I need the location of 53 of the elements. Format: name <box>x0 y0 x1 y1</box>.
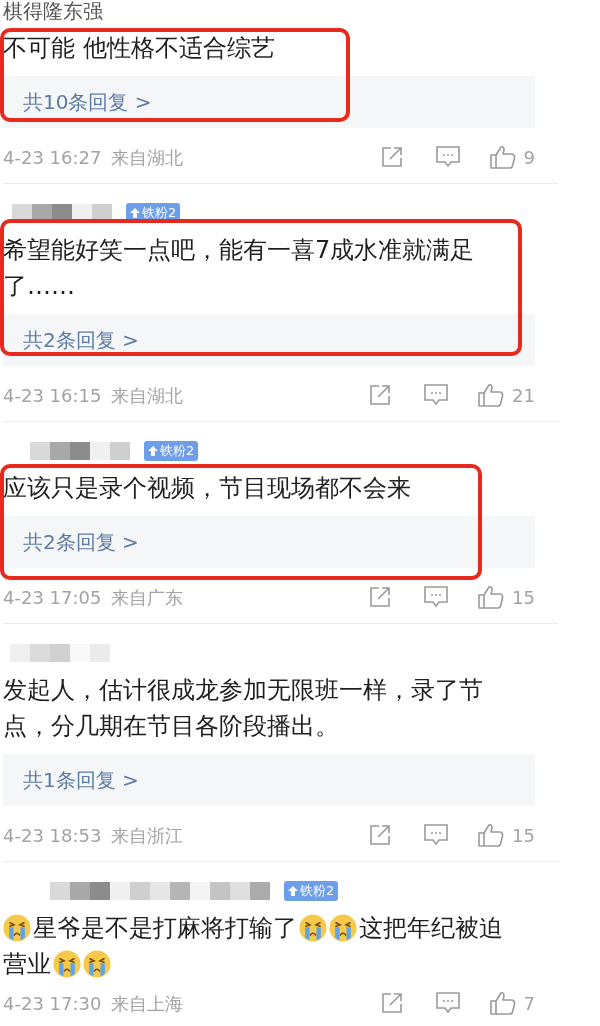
comment-location: 来自浙江 <box>111 823 184 848</box>
crying-face-icon <box>299 914 327 942</box>
comment-icon[interactable] <box>424 384 449 406</box>
comment-icon[interactable] <box>424 586 449 608</box>
share-icon[interactable] <box>380 992 403 1014</box>
up-arrow-icon <box>288 886 298 896</box>
crying-face-icon <box>329 914 357 942</box>
thumbs-up-icon[interactable] <box>478 823 505 847</box>
thumbs-up-icon[interactable] <box>478 383 505 407</box>
thumbs-up-icon[interactable] <box>489 145 516 169</box>
comment-text: 发起人，估计很成龙参加无限班一样，录了节点，分几期在节目各阶段播出。 <box>3 675 484 742</box>
comment-location: 来自广东 <box>111 585 184 610</box>
comment-text: 不可能 他性格不适合综艺 <box>3 33 276 64</box>
comment-text: 应该只是录个视频，节目现场都不会来 <box>3 473 412 504</box>
like-button[interactable]: 21 <box>478 381 535 409</box>
comment-time: 4-23 17:30 <box>3 991 102 1016</box>
comment-time: 4-23 18:53 <box>3 823 102 848</box>
badge-label: 铁粉2 <box>142 205 177 221</box>
comment-icon[interactable] <box>424 824 449 846</box>
like-button[interactable]: 9 <box>489 143 535 171</box>
share-icon[interactable] <box>369 384 392 406</box>
comment-time: 4-23 17:05 <box>3 585 102 610</box>
comment-location: 来自湖北 <box>111 383 184 408</box>
username[interactable]: 棋得隆东强 <box>3 0 103 22</box>
comment-time: 4-23 16:27 <box>3 145 102 170</box>
like-button[interactable]: 7 <box>489 989 535 1017</box>
up-arrow-icon <box>130 208 140 218</box>
comment-location: 来自湖北 <box>111 145 184 170</box>
replies-link[interactable]: 共2条回复 > <box>3 516 535 568</box>
crying-face-icon <box>83 950 111 978</box>
share-icon[interactable] <box>369 824 392 846</box>
replies-link[interactable]: 共10条回复 > <box>3 76 535 128</box>
comment-text: 营业 <box>3 949 51 980</box>
comment-text: 这把年纪被迫 <box>359 913 503 944</box>
like-button[interactable]: 15 <box>478 821 535 849</box>
replies-link[interactable]: 共1条回复 > <box>3 754 535 806</box>
crying-face-icon <box>53 950 81 978</box>
comment-icon[interactable] <box>435 992 460 1014</box>
comment-location: 来自上海 <box>111 991 184 1016</box>
like-button[interactable]: 15 <box>478 583 535 611</box>
badge-label: 铁粉2 <box>160 443 195 459</box>
comment-text: 星爷是不是打麻将打输了 <box>33 913 297 944</box>
share-icon[interactable] <box>380 146 403 168</box>
share-icon[interactable] <box>369 586 392 608</box>
replies-link[interactable]: 共2条回复 > <box>3 314 535 366</box>
comment-time: 4-23 16:15 <box>3 383 102 408</box>
comment-icon[interactable] <box>435 146 460 168</box>
thumbs-up-icon[interactable] <box>478 585 505 609</box>
badge-label: 铁粉2 <box>300 883 335 899</box>
thumbs-up-icon[interactable] <box>489 991 516 1015</box>
crying-face-icon <box>3 914 31 942</box>
comment-text: 希望能好笑一点吧，能有一喜7成水准就满足了…… <box>3 235 476 302</box>
up-arrow-icon <box>148 446 158 456</box>
